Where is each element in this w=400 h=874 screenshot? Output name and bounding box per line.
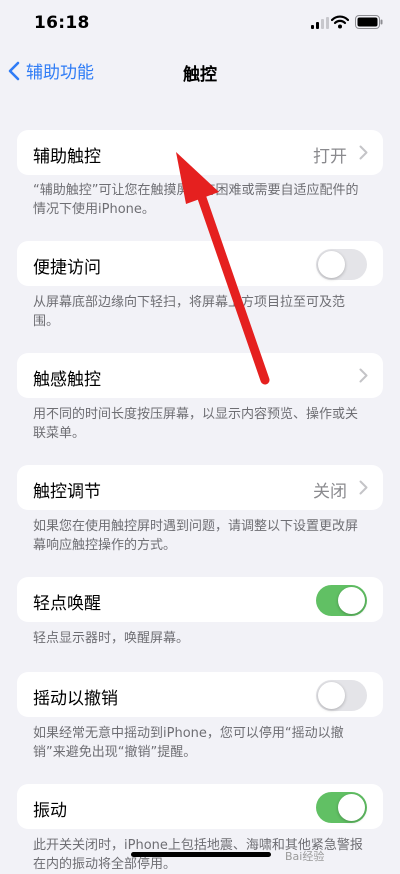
row-footer: 如果经常无意中摇动到iPhone，您可以停用“摇动以撤销”来避免出现“撤销”提醒… <box>33 726 344 760</box>
chevron-right-icon <box>359 480 368 495</box>
row-touch-accommodations[interactable]: 触控调节 关闭 <box>17 465 383 510</box>
row-reachability: 便捷访问 <box>17 241 383 286</box>
toggle-knob <box>318 251 345 278</box>
row-label: 便捷访问 <box>33 258 101 278</box>
row-footer: 轻点显示器时，唤醒屏幕。 <box>33 631 190 646</box>
row-footer: “辅助触控”可让您在触摸屏幕有困难或需要自适应配件的情况下使用iPhone。 <box>33 183 359 217</box>
toggle-knob <box>338 794 365 821</box>
navigation-bar: 辅助功能 触控 <box>0 48 400 92</box>
row-value: 打开 <box>313 147 347 167</box>
row-footer: 从屏幕底部边缘向下轻扫，将屏幕上方项目拉至可及范围。 <box>33 295 346 329</box>
row-label: 辅助触控 <box>33 147 101 167</box>
shake-to-undo-toggle[interactable] <box>316 680 367 711</box>
row-footer: 如果您在使用触控屏时遇到问题，请调整以下设置更改屏幕响应触控操作的方式。 <box>33 519 359 553</box>
row-value: 关闭 <box>313 482 347 502</box>
cellular-signal-icon <box>311 17 329 29</box>
reachability-toggle[interactable] <box>316 249 367 280</box>
chevron-right-icon <box>359 145 368 160</box>
row-label: 振动 <box>33 801 67 821</box>
row-footer: 用不同的时间长度按压屏幕，以显示内容预览、操作或关联菜单。 <box>33 407 359 441</box>
row-label: 触感触控 <box>33 370 101 390</box>
row-vibration: 振动 <box>17 784 383 829</box>
status-bar: 16:18 <box>0 0 400 48</box>
battery-icon <box>355 15 383 29</box>
row-haptic-touch[interactable]: 触感触控 <box>17 353 383 398</box>
row-shake-to-undo: 摇动以撤销 <box>17 672 383 717</box>
row-assistive-touch[interactable]: 辅助触控 打开 <box>17 130 383 175</box>
home-indicator[interactable] <box>131 852 271 857</box>
wifi-icon <box>331 15 349 29</box>
vibration-toggle[interactable] <box>316 792 367 823</box>
toggle-knob <box>338 587 365 614</box>
tap-to-wake-toggle[interactable] <box>316 585 367 616</box>
row-label: 轻点唤醒 <box>33 594 101 614</box>
status-time: 16:18 <box>34 13 90 33</box>
row-label: 摇动以撤销 <box>33 689 118 709</box>
toggle-knob <box>318 682 345 709</box>
row-tap-to-wake: 轻点唤醒 <box>17 577 383 622</box>
row-label: 触控调节 <box>33 482 101 502</box>
watermark: Bai经验 <box>285 850 325 863</box>
page-title: 触控 <box>183 65 217 85</box>
chevron-right-icon <box>359 368 368 383</box>
